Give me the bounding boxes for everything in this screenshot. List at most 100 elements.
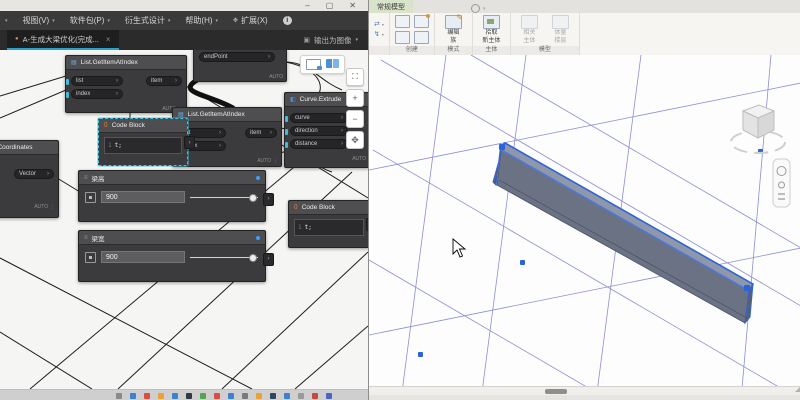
chevron-down-icon: ▾ [382,23,384,27]
preview-dot-icon[interactable] [256,176,260,180]
pan-button[interactable]: ✥ [346,131,364,149]
chevron-down-icon[interactable]: ▾ [5,18,8,24]
menu-extensions[interactable]: ✥ 扩展(X) [233,15,268,26]
view-switcher[interactable]: ▾ [471,4,486,13]
port-label: index [76,91,90,97]
more-icon[interactable]: ⋮ [273,158,278,164]
node-codeblock-1[interactable]: {} Code Block 1 t; › [98,118,188,166]
port-arrow-icon: › [268,54,270,60]
port-output[interactable]: › [263,193,274,206]
port-endpoint-output[interactable]: endPoint › [199,52,275,62]
menu-generative-design[interactable]: 衍生式设计 ▾ [125,15,171,26]
port-list[interactable]: list › [71,76,123,86]
taskbar-icon[interactable] [270,393,276,399]
node-vector-bycoordinates[interactable]: Vector.ByCoordinates › › › Vector › AUTO… [0,140,59,218]
expand-toggle[interactable] [85,252,96,263]
port-distance[interactable]: distance › [290,139,348,149]
preview-dot-icon[interactable] [256,236,260,240]
node-codeblock-2[interactable]: {} Code Block 1 t; › [288,200,368,248]
taskbar-icon[interactable] [158,393,164,399]
taskbar-icon[interactable] [284,393,290,399]
taskbar-icon[interactable] [130,393,136,399]
dynamo-canvas[interactable]: endPoint › AUTO ▤ List.GetItemAtIndex li… [0,50,368,389]
close-icon[interactable]: × [106,35,111,44]
scrollbar-thumb[interactable] [545,389,567,394]
codeblock-editor[interactable]: 1 t; [294,219,364,236]
button-label: 编辑 [447,30,459,37]
slider-value-input[interactable]: 900 [101,251,185,263]
taskbar-icon[interactable] [326,393,332,399]
graph-view-icon[interactable] [326,59,339,68]
zoom-fit-button[interactable]: ⛶ [346,68,364,86]
edit-family-button[interactable]: 编辑 族 [440,15,467,44]
codeblock-editor[interactable]: 1 t; [104,137,182,154]
node-endpoint[interactable]: endPoint › AUTO [193,50,287,82]
node-title: Code Block [302,204,335,211]
taskbar-icon[interactable] [214,393,220,399]
slider-handle[interactable] [249,194,257,202]
node-list-getitematindex-1[interactable]: ▤ List.GetItemAtIndex list › index › ite… [65,55,187,113]
void-form-icon[interactable] [395,31,410,44]
taskbar-icon[interactable] [298,393,304,399]
taskbar-icon[interactable] [200,393,206,399]
menu-view[interactable]: 视图(V) ▾ [23,15,55,26]
slider-track[interactable] [190,257,258,258]
taskbar-icon[interactable] [228,393,234,399]
taskbar-icon[interactable] [312,393,318,399]
port-output[interactable]: › [184,136,195,149]
revit-tab-row: 常规模型 ▾ [369,0,800,13]
mass-floor-button[interactable]: 体量 楼层 [547,15,574,44]
port-output[interactable]: › [366,218,368,231]
menu-packages[interactable]: 软件包(P) ▾ [70,15,110,26]
pick-new-host-button[interactable]: 拾取 新主体 [478,15,505,44]
line-number: 1 [298,224,302,231]
menu-help[interactable]: 帮助(H) ▾ [185,15,218,26]
button-label: 主体 [523,38,535,45]
taskbar-icon[interactable] [116,393,122,399]
taskbar-icon[interactable] [242,393,248,399]
maximize-button[interactable]: ▢ [326,2,334,10]
export-image-button[interactable]: ▣ 输出为图像 ▾ [303,35,368,46]
close-button[interactable]: ✕ [349,2,356,10]
pick-new-host-icon [483,15,500,29]
auto-label: AUTO [34,204,48,210]
model-line-icon[interactable] [414,31,429,44]
info-icon[interactable]: i [283,16,292,25]
port-arrow-icon: › [341,115,343,121]
tab-graph[interactable]: ● A-生成大梁优化(完成... × [7,30,119,50]
port-item[interactable]: item › [245,128,277,138]
port-curve[interactable]: curve › [290,113,348,123]
node-slider-beam-height[interactable]: ≡ 梁高 900 › [78,170,266,222]
slider-value-input[interactable]: 900 [101,191,185,203]
geometry-preview-icon[interactable] [306,59,321,70]
solid-form-icon[interactable] [395,15,410,28]
zoom-out-button[interactable]: − [346,110,364,128]
reference-point-icon[interactable] [414,15,429,28]
minimize-button[interactable]: – [305,2,309,10]
chevron-down-icon: ▾ [382,33,384,37]
slider-handle[interactable] [249,254,257,262]
port-arrow-icon: › [47,171,49,177]
zoom-in-button[interactable]: + [346,89,364,107]
port-vector[interactable]: Vector › [14,169,54,179]
taskbar-icon[interactable] [144,393,150,399]
group-label-mode: 模式 [435,46,472,55]
draw-arc-icon[interactable]: ↯▾ [374,31,384,38]
revit-3d-view[interactable] [369,55,800,386]
edit-family-icon [445,15,462,29]
port-direction[interactable]: direction › [290,126,348,136]
expand-toggle[interactable] [85,192,96,203]
port-output[interactable]: › [263,253,274,266]
taskbar-icon[interactable] [186,393,192,399]
tab-generic-model[interactable]: 常规模型 [369,0,413,13]
port-arrow-icon: › [116,78,118,84]
node-slider-beam-width[interactable]: ≡ 梁宽 900 › [78,230,266,282]
taskbar-icon[interactable] [172,393,178,399]
taskbar-icon[interactable] [256,393,262,399]
more-icon[interactable]: ⋮ [50,204,55,210]
port-item[interactable]: item › [146,76,182,86]
related-host-button[interactable]: 相关 主体 [516,15,543,44]
slider-track[interactable] [190,197,258,198]
draw-line-icon[interactable]: ⇄▾ [374,21,384,28]
port-index[interactable]: index › [71,89,123,99]
